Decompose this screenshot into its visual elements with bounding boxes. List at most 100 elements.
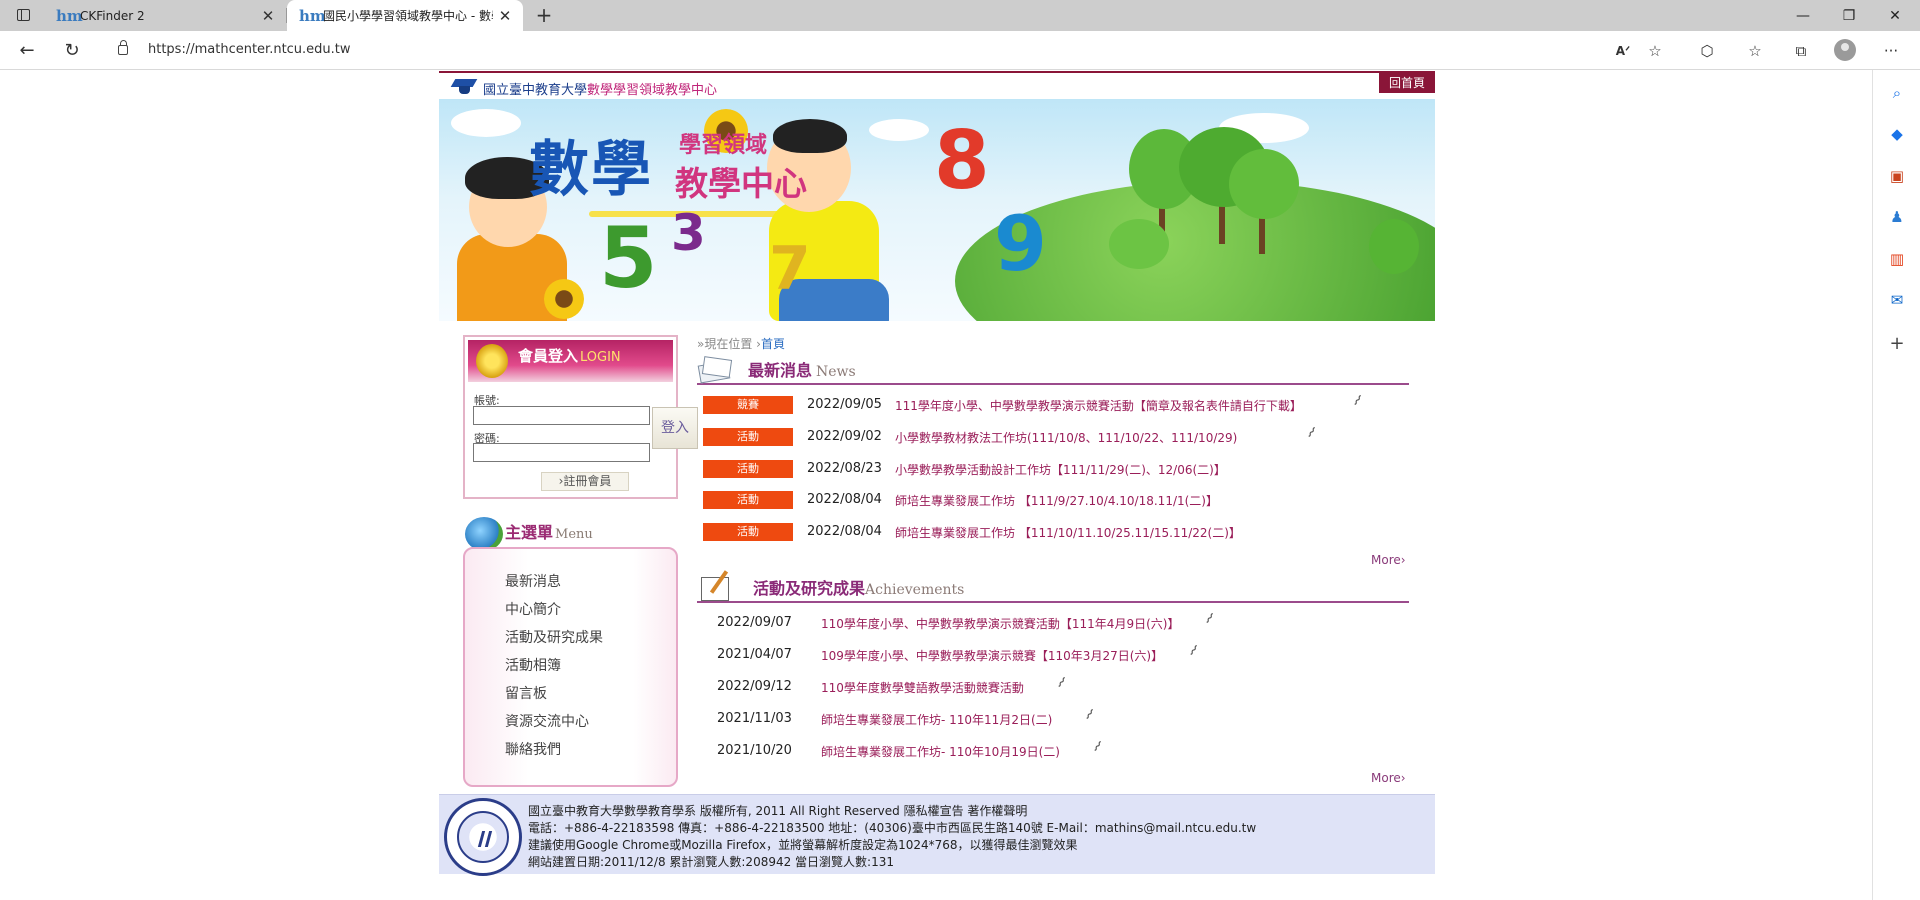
banner: 數學 學習領域 教學中心 5 3 7 8 9: [439, 99, 1435, 321]
achievement-item[interactable]: 2021/04/07 109學年度小學、中學數學教學演示競賽【110年3月27日…: [703, 642, 1413, 665]
coin-icon: [476, 344, 508, 378]
read-aloud-icon[interactable]: Aᐟ: [1612, 40, 1634, 62]
office-icon[interactable]: ▥: [1887, 250, 1907, 268]
site-favicon-icon: hm: [56, 6, 83, 25]
new-tab-button[interactable]: +: [532, 3, 556, 27]
category-badge: 活動: [703, 523, 793, 541]
achievement-link[interactable]: 師培生專業發展工作坊- 110年11月2日(二): [821, 711, 1052, 728]
tab-ckfinder[interactable]: hm CKFinder 2 ✕: [44, 0, 286, 31]
profile-icon[interactable]: [1834, 39, 1856, 61]
attachment-icon[interactable]: ⌇: [1183, 641, 1202, 661]
achievement-item[interactable]: 2021/10/20 師培生專業發展工作坊- 110年10月19日(二) ⌇: [703, 738, 1413, 761]
attachment-icon[interactable]: ⌇: [1347, 391, 1366, 411]
favorites-icon[interactable]: ☆: [1744, 40, 1766, 62]
news-date: 2022/08/04: [807, 524, 882, 539]
site-top-strip: 國立臺中教育大學數學學習領域教學中心 回首頁: [439, 71, 1435, 99]
menu-item-guestbook[interactable]: 留言板: [505, 683, 547, 703]
refresh-icon[interactable]: ↻: [60, 39, 84, 63]
news-link[interactable]: 小學數學教材教法工作坊(111/10/8、111/10/22、111/10/29…: [895, 429, 1237, 446]
achievement-link[interactable]: 109學年度小學、中學數學教學演示競賽【110年3月27日(六)】: [821, 647, 1163, 664]
attachment-icon[interactable]: ⌇: [1087, 737, 1106, 757]
achievements-header: 活動及研究成果Achievements: [697, 567, 1409, 603]
news-item[interactable]: 活動 2022/09/02 小學數學教材教法工作坊(111/10/8、111/1…: [703, 424, 1413, 447]
achievement-link[interactable]: 師培生專業發展工作坊- 110年10月19日(二): [821, 743, 1060, 760]
menu-item-resources[interactable]: 資源交流中心: [505, 711, 589, 731]
news-link[interactable]: 師培生專業發展工作坊 【111/9/27.10/4.10/18.11/1(二)】: [895, 492, 1218, 509]
category-badge: 活動: [703, 428, 793, 446]
banner-number: 8: [934, 114, 990, 207]
register-button[interactable]: ›註冊會員: [541, 472, 629, 491]
attachment-icon[interactable]: ⌇: [1051, 673, 1070, 693]
home-link[interactable]: 回首頁: [1379, 73, 1435, 93]
restore-icon[interactable]: ❐: [1826, 4, 1872, 28]
category-badge: 活動: [703, 460, 793, 478]
achievements-more-link[interactable]: More›: [1371, 771, 1406, 785]
category-badge: 活動: [703, 491, 793, 509]
attachment-icon[interactable]: ⌇: [1199, 609, 1218, 629]
achievement-item[interactable]: 2021/11/03 師培生專業發展工作坊- 110年11月2日(二) ⌇: [703, 706, 1413, 729]
news-date: 2022/08/23: [807, 461, 882, 476]
banner-number: 3: [671, 204, 706, 262]
tab-title: 國民小學學習領域教學中心 - 數學: [323, 9, 493, 23]
news-item[interactable]: 活動 2022/08/04 師培生專業發展工作坊 【111/9/27.10/4.…: [703, 490, 1413, 510]
more-icon[interactable]: ···: [1880, 40, 1902, 62]
tab-mathcenter[interactable]: hm 國民小學學習領域教學中心 - 數學 ✕: [287, 0, 523, 31]
news-item[interactable]: 競賽 2022/09/05 111學年度小學、中學數學教學演示競賽活動【簡章及報…: [703, 392, 1413, 415]
tools-icon[interactable]: ▣: [1887, 167, 1907, 185]
menu-item-album[interactable]: 活動相簿: [505, 655, 561, 675]
login-button[interactable]: 登入: [652, 407, 698, 449]
news-item[interactable]: 活動 2022/08/23 小學數學教學活動設計工作坊【111/11/29(二)…: [703, 459, 1413, 479]
achievement-date: 2022/09/12: [717, 679, 792, 694]
account-input[interactable]: [473, 406, 650, 425]
sidebar-toggle-icon[interactable]: [12, 6, 36, 26]
attachment-icon[interactable]: ⌇: [1301, 423, 1320, 443]
menu-item-contact[interactable]: 聯絡我們: [505, 739, 561, 759]
search-icon[interactable]: ⌕: [1887, 84, 1907, 102]
achievement-item[interactable]: 2022/09/07 110學年度小學、中學數學教學演示競賽活動【111年4月9…: [703, 610, 1413, 633]
shopping-icon[interactable]: ◆: [1887, 125, 1907, 143]
close-tab-icon[interactable]: ✕: [497, 7, 513, 25]
attachment-icon[interactable]: ⌇: [1079, 705, 1098, 725]
login-box: 會員登入 LOGIN 帳號: 密碼: 登入 ›註冊會員: [463, 335, 698, 499]
footer-browser-note: 建議使用Google Chrome或Mozilla Firefox，並將螢幕解析…: [528, 838, 1078, 852]
menu-title: 主選單 Menu: [505, 523, 593, 542]
add-icon[interactable]: +: [1887, 335, 1907, 353]
site-title: 國立臺中教育大學數學學習領域教學中心: [483, 79, 717, 98]
menu-item-news[interactable]: 最新消息: [505, 571, 561, 591]
banner-subtitle-1: 學習領域: [679, 133, 768, 158]
favorite-add-icon[interactable]: ☆: [1644, 40, 1666, 62]
achievement-date: 2021/04/07: [717, 647, 792, 662]
url-field[interactable]: https://mathcenter.ntcu.edu.tw: [102, 36, 1647, 65]
sunflower-icon: [544, 279, 584, 319]
notepad-icon: [699, 569, 733, 601]
news-link[interactable]: 111學年度小學、中學數學教學演示競賽活動【簡章及報名表件請自行下載】: [895, 397, 1302, 414]
password-input[interactable]: [473, 443, 650, 462]
games-icon[interactable]: ♟: [1887, 208, 1907, 226]
achievements-title: 活動及研究成果Achievements: [753, 579, 965, 598]
menu-item-achievements[interactable]: 活動及研究成果: [505, 627, 603, 647]
achievement-link[interactable]: 110學年度數學雙語教學活動競賽活動: [821, 679, 1024, 696]
news-item[interactable]: 活動 2022/08/04 師培生專業發展工作坊 【111/10/11.10/2…: [703, 522, 1413, 542]
extensions-icon[interactable]: ⬡: [1696, 40, 1718, 62]
back-icon[interactable]: ←: [15, 39, 39, 63]
collections-icon[interactable]: ⧉: [1790, 40, 1812, 62]
news-link[interactable]: 師培生專業發展工作坊 【111/10/11.10/25.11/15.11/22(…: [895, 524, 1241, 541]
window-close-icon[interactable]: ✕: [1872, 4, 1918, 28]
achievement-item[interactable]: 2022/09/12 110學年度數學雙語教學活動競賽活動 ⌇: [703, 674, 1413, 697]
tab-strip: hm CKFinder 2 ✕ hm 國民小學學習領域教學中心 - 數學 ✕ +…: [0, 0, 1920, 31]
lock-icon[interactable]: [118, 40, 128, 55]
news-date: 2022/09/05: [807, 397, 882, 412]
left-column: 會員登入 LOGIN 帳號: 密碼: 登入 ›註冊會員 主選單 Menu 最新消息 …: [463, 335, 698, 787]
news-link[interactable]: 小學數學教學活動設計工作坊【111/11/29(二)、12/06(二)】: [895, 461, 1226, 478]
news-date: 2022/08/04: [807, 492, 882, 507]
menu-item-about[interactable]: 中心簡介: [505, 599, 561, 619]
achievement-link[interactable]: 110學年度小學、中學數學教學演示競賽活動【111年4月9日(六)】: [821, 615, 1179, 632]
newspaper-icon: [697, 355, 733, 384]
banner-title: 數學: [529, 135, 653, 205]
url-text: https://mathcenter.ntcu.edu.tw: [148, 42, 351, 57]
outlook-icon[interactable]: ✉: [1887, 291, 1907, 309]
close-tab-icon[interactable]: ✕: [260, 7, 276, 25]
news-more-link[interactable]: More›: [1371, 553, 1406, 567]
minimize-icon[interactable]: —: [1780, 4, 1826, 28]
banner-number: 9: [994, 199, 1047, 288]
